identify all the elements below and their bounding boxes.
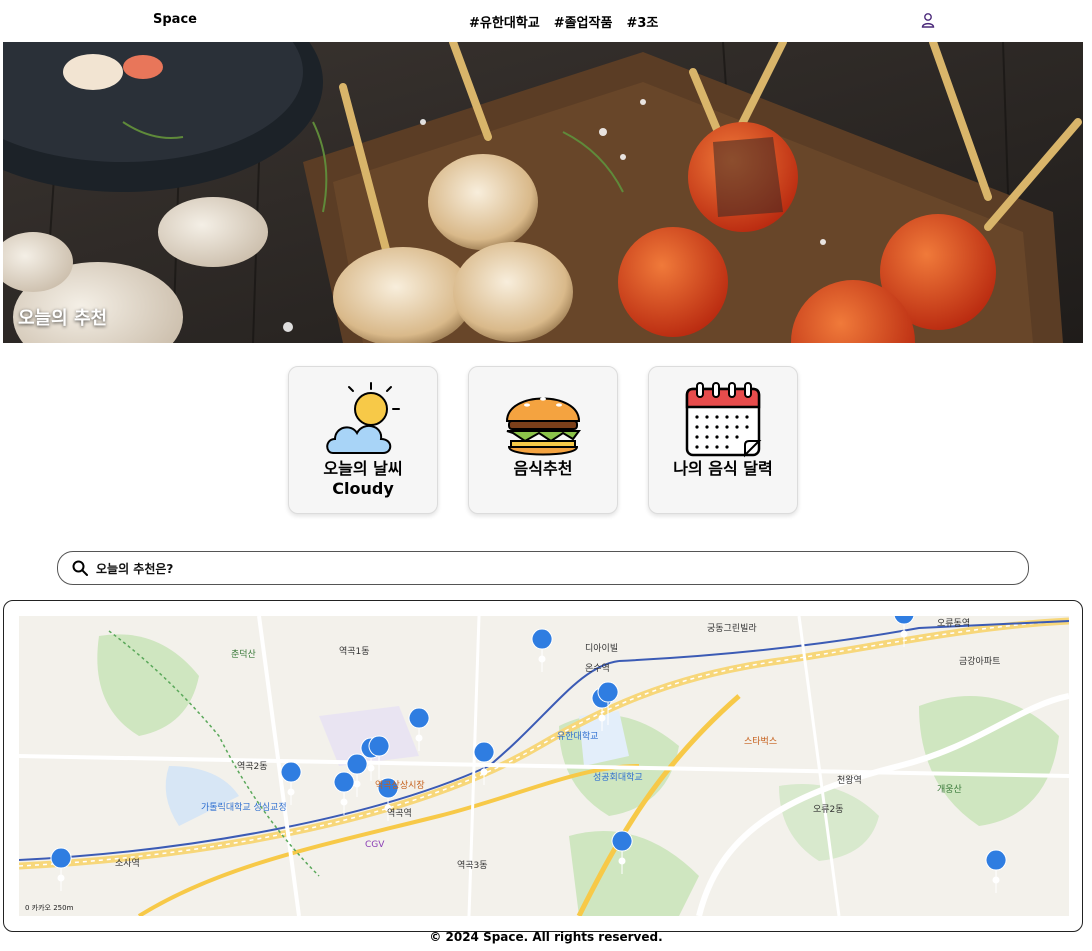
food-recommend-card[interactable]: 음식추천 [468,366,618,514]
kakao-map[interactable]: 역곡1동 역곡2동 역곡3동 소사역 온수역 오류동역 역곡역 춘덕산 유한대학… [19,616,1069,916]
map-label: 궁동그린빌라 [707,623,757,634]
map-label: 개웅산 [937,784,962,795]
map-label: 소사역 [115,858,140,869]
tag-graduation[interactable]: #졸업작품 [554,12,613,31]
map-label: 천왕역 [837,775,862,786]
map-label: 역곡상상시장 [375,780,425,791]
food-calendar-card[interactable]: 나의 음식 달력 [648,366,798,514]
hero-title: 오늘의 추천 [18,308,108,329]
tag-team[interactable]: #3조 [626,12,658,31]
map-label: 역곡역 [387,808,412,819]
search-input[interactable] [94,558,998,580]
map-label: 역곡2동 [237,761,268,772]
weather-status: Cloudy [332,479,394,498]
search-bar [57,551,1029,585]
map-label: 금강아파트 [959,656,1000,667]
map-label: CGV [365,840,385,850]
map-label: 역곡1동 [339,646,370,657]
user-icon[interactable] [920,12,936,28]
calendar-icon [685,382,762,458]
map-scale: 0 카카오 250m [25,904,74,912]
tag-yuhan[interactable]: #유한대학교 [469,12,540,31]
hashtag-list: #유한대학교 #졸업작품 #3조 [469,12,658,31]
top-nav: Space #유한대학교 #졸업작품 #3조 [3,0,1083,42]
map-tiles: 역곡1동 역곡2동 역곡3동 소사역 온수역 오류동역 역곡역 춘덕산 유한대학… [19,616,1069,916]
map-label: 가톨릭대학교 성심교정 [201,801,287,813]
map-label: 역곡3동 [457,860,488,871]
map-container: 역곡1동 역곡2동 역곡3동 소사역 온수역 오류동역 역곡역 춘덕산 유한대학… [3,600,1083,932]
map-label: 유한대학교 [557,731,598,742]
hero-food-image [3,42,1083,343]
burger-icon [505,397,581,456]
weather-icon [326,382,400,454]
food-recommend-title: 음식추천 [513,459,573,478]
weather-card[interactable]: 오늘의 날씨 Cloudy [288,366,438,514]
map-label: 오류동역 [937,618,970,629]
brand-logo[interactable]: Space [153,12,197,27]
map-label: 성공회대학교 [593,772,643,783]
map-label: 오류2동 [813,804,844,815]
map-label: 디아이빌 [585,643,618,654]
map-label: 온수역 [585,663,610,674]
hero-banner: 오늘의 추천 [3,42,1083,343]
footer-copyright: © 2024 Space. All rights reserved. [429,930,663,944]
weather-title: 오늘의 날씨 [323,459,403,478]
map-label: 스타벅스 [744,736,777,747]
food-calendar-title: 나의 음식 달력 [673,459,773,478]
map-label: 춘덕산 [231,649,256,660]
search-icon [72,560,88,576]
